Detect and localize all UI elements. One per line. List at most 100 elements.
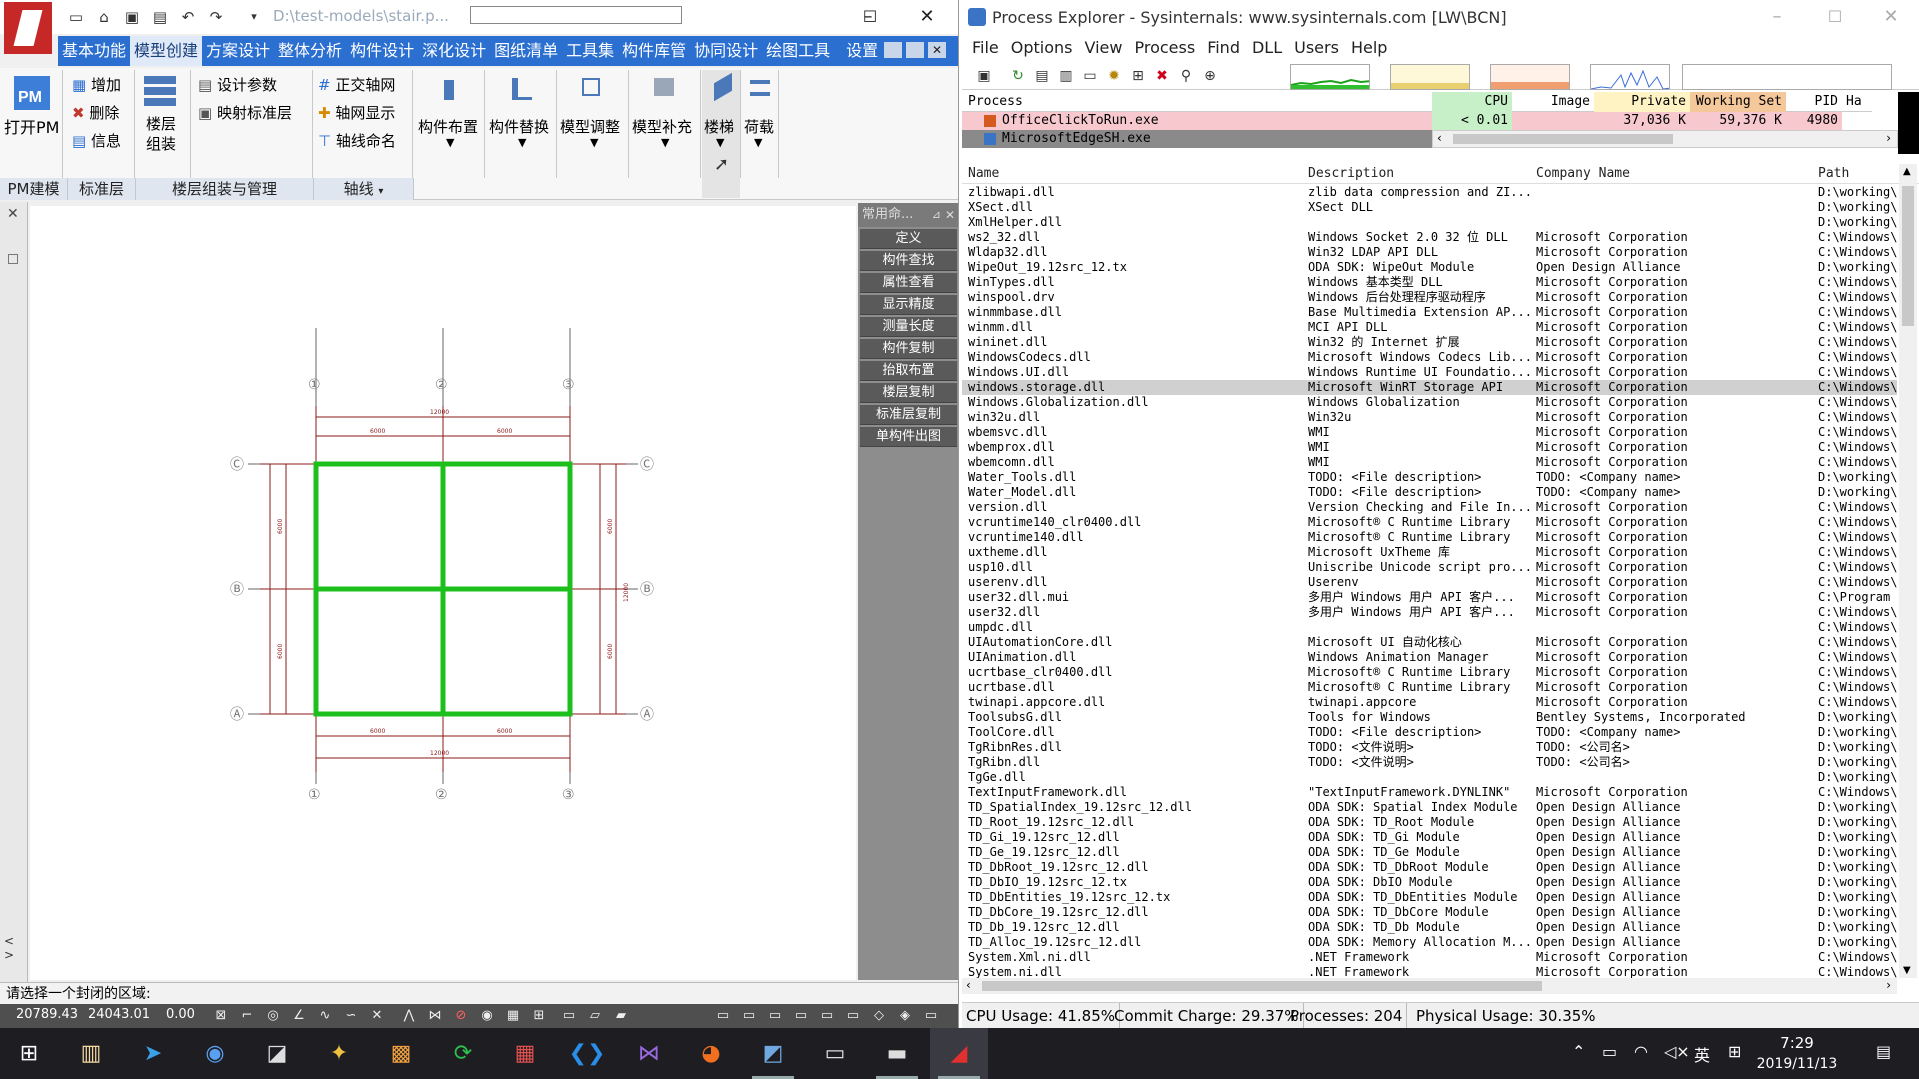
dll-row[interactable]: vcruntime140_clr0400.dll Microsoft® C Run… [962, 515, 1897, 530]
view-8-icon[interactable]: ▭ [818, 1008, 836, 1024]
col-company[interactable]: Company Name [1536, 164, 1630, 184]
command-line[interactable]: 请选择一个封闭的区域: [0, 982, 958, 1004]
scroll-right-icon[interactable]: › [1886, 131, 1891, 145]
battery-icon[interactable]: ▭ [1602, 1042, 1617, 1061]
tab-model-create[interactable]: 模型创建 [130, 36, 203, 66]
dll-row[interactable]: TD_Db_19.12src_12.dll ODA SDK: TD_Db Modu… [962, 920, 1897, 935]
dll-row[interactable]: TD_Root_19.12src_12.dll ODA SDK: TD_Root … [962, 815, 1897, 830]
map-standard-floor-button[interactable]: ▣ 映射标准层 [198, 102, 292, 123]
window-icon[interactable]: ▭ [1080, 66, 1100, 86]
dll-row[interactable]: WipeOut_19.12src_12.tx ODA SDK: WipeOut M… [962, 260, 1897, 275]
cmd-copy-floor[interactable]: 楼层复制 [860, 383, 957, 403]
grid-naming-button[interactable]: ⊤ 轴线命名 [318, 130, 396, 151]
grid-icon[interactable]: ▦ [504, 1008, 522, 1024]
dll-row[interactable]: XSect.dll XSect DLL D:\working\ [962, 200, 1897, 215]
new-file-icon[interactable]: ▭ [66, 8, 86, 26]
layers-icon[interactable]: ⊞ [530, 1008, 548, 1024]
polar-icon[interactable]: ◎ [264, 1008, 282, 1024]
taskbar-app-3[interactable]: ◉ [186, 1028, 244, 1079]
cmd-copy-member[interactable]: 构件复制 [860, 339, 957, 359]
taskbar-cad[interactable]: ◢ [930, 1028, 988, 1079]
scroll-thumb[interactable] [1453, 134, 1673, 144]
proc-hscroll[interactable]: ‹ › [1432, 130, 1898, 148]
view-7-icon[interactable]: ▭ [792, 1008, 810, 1024]
dll-row[interactable]: TD_DbCore_19.12src_12.dll ODA SDK: TD_DbC… [962, 905, 1897, 920]
menu-view[interactable]: View [1079, 36, 1129, 60]
view-2-icon[interactable]: ▱ [586, 1008, 604, 1024]
close-icon[interactable]: ✕ [945, 203, 955, 227]
scroll-down-icon[interactable]: ▼ [1903, 965, 1911, 976]
cmd-pick-layout[interactable]: 抬取布置 [860, 361, 957, 381]
tab-member-design[interactable]: 构件设计 [346, 36, 418, 66]
angle-icon[interactable]: ⋀ [400, 1008, 418, 1024]
maximize-icon[interactable]: ☐ [855, 4, 885, 30]
menu-find[interactable]: Find [1201, 36, 1246, 60]
save-icon[interactable]: ▣ [122, 8, 142, 26]
dll-row[interactable]: winspool.drv Windows 后台处理程序驱动程序 Microsoft … [962, 290, 1897, 305]
undo-icon[interactable]: ↶ [178, 8, 198, 26]
dll-row[interactable]: uxtheme.dll Microsoft UxTheme 库 Microsoft … [962, 545, 1897, 560]
dll-row[interactable]: TgGe.dll D:\working\ [962, 770, 1897, 785]
taskbar-app-8[interactable]: ▦ [496, 1028, 554, 1079]
taskbar-app-4[interactable]: ◪ [248, 1028, 306, 1079]
system-info-icon[interactable]: ▤ [1032, 66, 1052, 86]
add-button[interactable]: ▦ 增加 [72, 74, 121, 95]
taskbar-firefox[interactable]: ◕ [682, 1028, 740, 1079]
dll-row[interactable]: userenv.dll Userenv Microsoft Corporation C… [962, 575, 1897, 590]
dll-row[interactable]: twinapi.appcore.dll twinapi.appcore Micros… [962, 695, 1897, 710]
menu-options[interactable]: Options [1005, 36, 1079, 60]
dll-row[interactable]: wininet.dll Win32 的 Internet 扩展 Microsoft … [962, 335, 1897, 350]
refresh-icon[interactable]: ↻ [1008, 66, 1028, 86]
col-private-bytes[interactable]: Private Bytes [1594, 92, 1690, 129]
view-6-icon[interactable]: ▭ [766, 1008, 784, 1024]
dll-row[interactable]: Windows.UI.dll Windows Runtime UI Foundat… [962, 365, 1897, 380]
save-as-icon[interactable]: ▤ [150, 8, 170, 26]
dll-row[interactable]: wbemprox.dll WMI Microsoft Corporation C:\W… [962, 440, 1897, 455]
ribbon-close-icon[interactable]: ✕ [928, 42, 946, 58]
commit-graph[interactable] [1390, 64, 1470, 90]
scroll-up-icon[interactable]: ▲ [1903, 166, 1911, 177]
taskbar-app-7[interactable]: ⟳ [434, 1028, 492, 1079]
dll-row[interactable]: winmm.dll MCI API DLL Microsoft Corporatio… [962, 320, 1897, 335]
col-pid[interactable]: PID [1786, 92, 1842, 112]
taskbar-vscode[interactable]: ❮❯ [558, 1028, 616, 1079]
dll-row[interactable]: Wldap32.dll Win32 LDAP API DLL Microsoft C… [962, 245, 1897, 260]
dll-row[interactable]: zlibwapi.dll zlib data compression and ZI… [962, 185, 1897, 200]
ime-indicator[interactable]: 英 [1694, 1042, 1710, 1066]
process-row[interactable]: OfficeClickToRun.exe [962, 112, 1432, 130]
kill-process-icon[interactable]: ✖ [1152, 66, 1172, 86]
view-9-icon[interactable]: ▭ [844, 1008, 862, 1024]
snap-icon[interactable]: ⊠ [212, 1008, 230, 1024]
cmd-copy-standard-floor[interactable]: 标准层复制 [860, 405, 957, 425]
taskbar-app-1[interactable]: ▥ [62, 1028, 120, 1079]
menu-file[interactable]: File [966, 36, 1005, 60]
dll-row[interactable]: TD_Ge_19.12src_12.dll ODA SDK: TD_Ge Modu… [962, 845, 1897, 860]
clock-date[interactable]: 2019/11/13 [1752, 1056, 1842, 1072]
view-1-icon[interactable]: ▭ [560, 1008, 578, 1024]
tab-toolset[interactable]: 工具集 [562, 36, 618, 66]
col-name[interactable]: Name [968, 164, 999, 184]
cad-search-input[interactable] [470, 6, 682, 24]
view-11-icon[interactable]: ◈ [896, 1008, 914, 1024]
dll-row[interactable]: TD_DbIO_19.12src_12.tx ODA SDK: DbIO Modu… [962, 875, 1897, 890]
keyboard-layout-icon[interactable]: ⊞ [1728, 1042, 1741, 1061]
cmd-define[interactable]: 定义 [860, 229, 957, 249]
delete-button[interactable]: ✖ 删除 [72, 102, 119, 123]
volume-muted-icon[interactable]: ◁× [1664, 1042, 1690, 1061]
tab-scheme-design[interactable]: 方案设计 [202, 36, 274, 66]
menu-dll[interactable]: DLL [1246, 36, 1288, 60]
group-grid[interactable]: 轴线 ▾ [314, 178, 414, 200]
dll-row[interactable]: ucrtbase.dll Microsoft® C Runtime Library… [962, 680, 1897, 695]
menu-help[interactable]: Help [1345, 36, 1393, 60]
dll-row[interactable]: Water_Tools.dll TODO: <File description> T… [962, 470, 1897, 485]
tab-drawing-list[interactable]: 图纸清单 [490, 36, 562, 66]
col-cpu[interactable]: CPU [1432, 92, 1512, 112]
col-working-set[interactable]: Working Set [1690, 92, 1786, 112]
tab-drawing-tools[interactable]: 绘图工具 [762, 36, 834, 66]
view-10-icon[interactable]: ◇ [870, 1008, 888, 1024]
stop-icon[interactable]: ⊘ [452, 1008, 470, 1024]
notification-icon[interactable]: ▤ [1876, 1042, 1891, 1061]
taskbar-process-explorer[interactable]: ◩ [744, 1028, 802, 1079]
tab-basic[interactable]: 基本功能 [58, 36, 130, 66]
dll-row[interactable]: TgRibn.dll TODO: <文件说明> TODO: <公司名> D:\work… [962, 755, 1897, 770]
